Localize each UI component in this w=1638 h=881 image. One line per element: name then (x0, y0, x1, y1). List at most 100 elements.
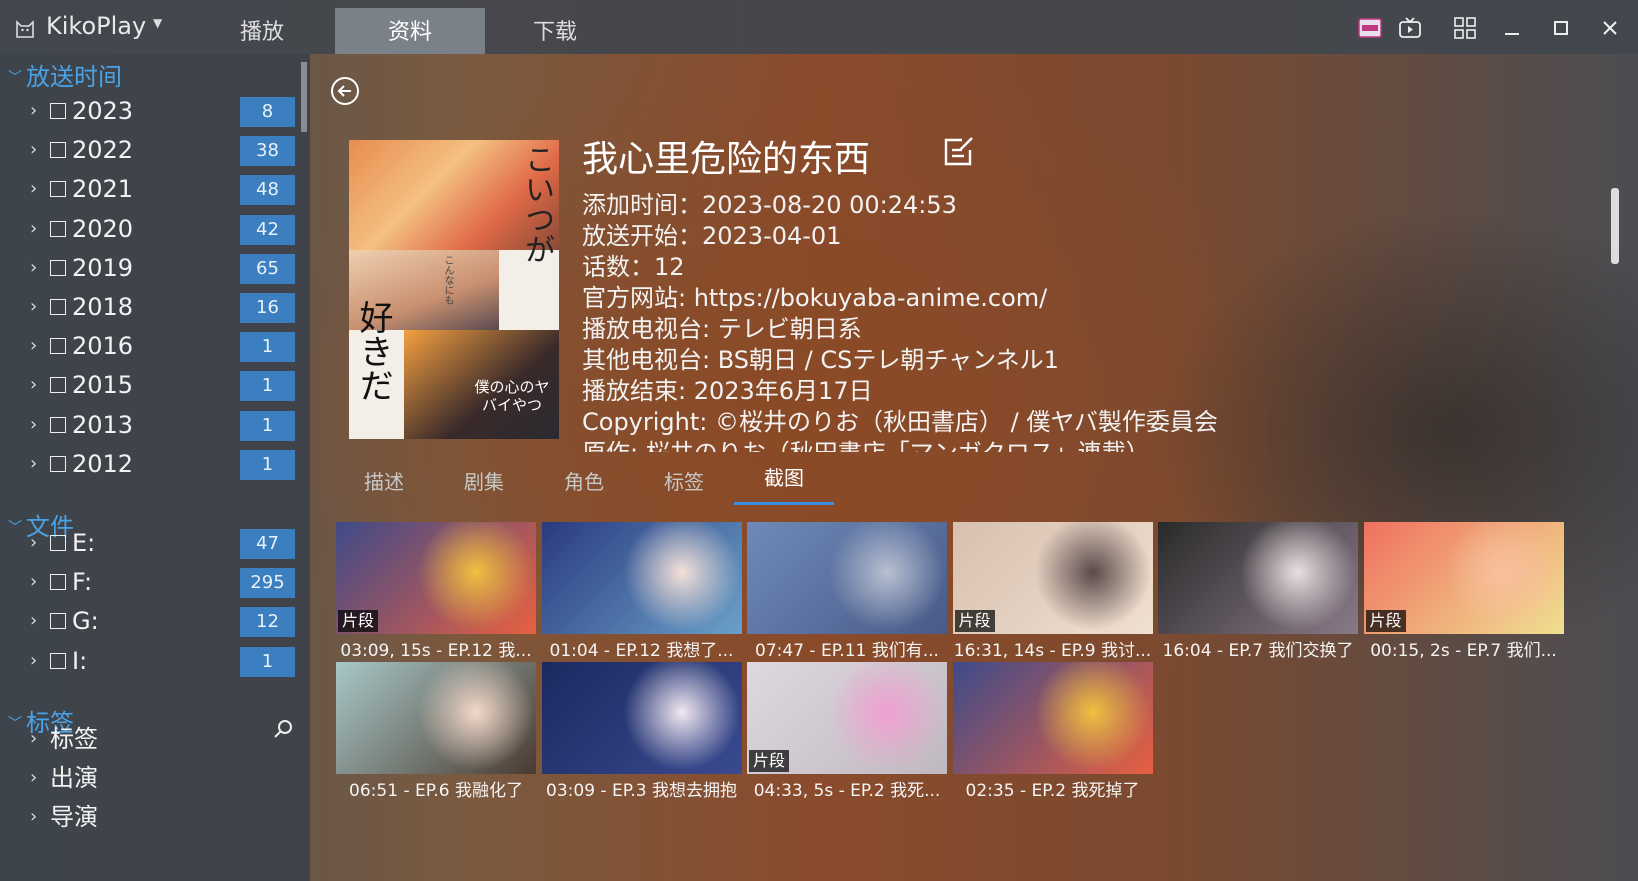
filter-checkbox[interactable] (50, 377, 66, 394)
filter-checkbox[interactable] (50, 220, 66, 237)
tree-item-label: 2018 (72, 293, 134, 321)
chevron-right-icon[interactable]: › (30, 93, 37, 129)
item-count-badge: 1 (240, 449, 295, 480)
detail-scrollbar[interactable] (1611, 188, 1619, 264)
filter-checkbox[interactable] (50, 259, 66, 276)
chevron-right-icon[interactable]: › (30, 289, 37, 325)
subtab-characters[interactable]: 角色 (534, 464, 634, 500)
screenshot-image (541, 522, 742, 634)
screenshot-image (747, 522, 947, 634)
filter-checkbox[interactable] (50, 338, 66, 355)
chevron-right-icon[interactable]: › (30, 171, 37, 207)
filter-checkbox[interactable] (50, 535, 66, 551)
screenshot-thumbnail[interactable]: 16:04 - EP.7 我们交换了 (1158, 522, 1358, 661)
grid-icon[interactable] (1451, 14, 1479, 42)
tree-item[interactable]: › 2022 38 (0, 132, 300, 168)
screenshot-thumbnail[interactable]: 03:09 - EP.3 我想去拥抱 (541, 662, 742, 801)
tab-library[interactable]: 资料 (335, 8, 485, 54)
tree-item[interactable]: › I: 1 (0, 643, 300, 679)
filter-checkbox[interactable] (50, 416, 66, 433)
tab-play[interactable]: 播放 (187, 8, 337, 54)
screenshot-thumbnail[interactable]: 片段 00:15, 2s - EP.7 我们... (1363, 522, 1564, 661)
item-count-badge: 48 (240, 175, 295, 206)
tree-item[interactable]: › E: 47 (0, 525, 300, 561)
chevron-right-icon[interactable]: › (30, 250, 37, 286)
screenshot-thumbnail[interactable]: 07:47 - EP.11 我们有... (747, 522, 947, 661)
subtab-episodes[interactable]: 剧集 (434, 464, 534, 500)
screenshot-image (541, 662, 742, 774)
tree-item[interactable]: › 标签 (0, 721, 300, 757)
chevron-right-icon[interactable]: › (30, 564, 37, 600)
chevron-right-icon[interactable]: › (30, 525, 37, 561)
subtab-description[interactable]: 描述 (334, 464, 434, 500)
screenshot-image (952, 662, 1153, 774)
subtab-tags[interactable]: 标签 (634, 464, 734, 500)
screenshot-caption: 01:04 - EP.12 我想了... (549, 641, 734, 661)
info-line: 话数：12 (582, 253, 685, 281)
danmaku-app-icon[interactable] (1356, 14, 1384, 42)
filter-checkbox[interactable] (50, 181, 66, 198)
tree-item-label: 2023 (72, 97, 134, 125)
tree-item[interactable]: › 2015 1 (0, 367, 300, 403)
chevron-right-icon[interactable]: › (30, 721, 37, 757)
screenshot-thumbnail[interactable]: 片段 16:31, 14s - EP.9 我讨... (952, 522, 1153, 661)
chevron-right-icon[interactable]: › (30, 760, 37, 796)
tree-item[interactable]: › F: 295 (0, 564, 300, 600)
screenshot-image (336, 662, 536, 774)
filter-checkbox[interactable] (50, 574, 66, 591)
section-title: 放送时间 (26, 63, 122, 91)
tree-item[interactable]: › 2023 8 (0, 93, 300, 129)
tree-item[interactable]: › 2018 16 (0, 289, 300, 325)
minimize-icon[interactable] (1498, 14, 1526, 42)
filter-checkbox[interactable] (50, 299, 66, 315)
tree-item[interactable]: › G: 12 (0, 603, 300, 639)
chevron-right-icon[interactable]: › (30, 603, 37, 639)
edit-icon[interactable] (940, 134, 976, 170)
maximize-icon[interactable] (1547, 14, 1575, 42)
screenshot-thumbnail[interactable]: 06:51 - EP.6 我融化了 (336, 662, 536, 801)
chevron-right-icon[interactable]: › (30, 643, 37, 679)
screenshot-thumbnail[interactable]: 02:35 - EP.2 我死掉了 (952, 662, 1153, 801)
title-bar: KikoPlay ▼ 播放 资料 下载 (0, 0, 1638, 54)
anime-info-panel[interactable]: 添加时间：2023-08-20 00:24:53 放送开始：2023-04-01 话… (582, 190, 1582, 452)
cover-small-title: こんなにも (442, 255, 453, 305)
chevron-right-icon[interactable]: › (30, 132, 37, 168)
subtab-active-indicator (734, 502, 834, 505)
chevron-right-icon[interactable]: › (30, 328, 37, 364)
sidebar-scrollbar[interactable] (301, 62, 307, 132)
section-airdate[interactable]: ﹀ 放送时间 (4, 62, 122, 92)
tree-item[interactable]: › 导演 (0, 799, 300, 835)
screenshot-caption: 07:47 - EP.11 我们有... (755, 641, 939, 661)
tree-item[interactable]: › 2021 48 (0, 171, 300, 207)
screenshot-thumbnail[interactable]: 片段 03:09, 15s - EP.12 我... (336, 522, 536, 661)
tree-item[interactable]: › 出演 (0, 760, 300, 796)
chevron-right-icon[interactable]: › (30, 407, 37, 443)
tree-item[interactable]: › 2020 42 (0, 211, 300, 247)
filter-checkbox[interactable] (50, 142, 66, 159)
chevron-right-icon[interactable]: › (30, 799, 37, 835)
app-title[interactable]: KikoPlay (46, 12, 146, 40)
chevron-right-icon[interactable]: › (30, 367, 37, 403)
screenshot-thumbnail[interactable]: 01:04 - EP.12 我想了... (541, 522, 742, 661)
tab-download[interactable]: 下载 (480, 8, 630, 54)
info-line: 播放电视台: テレビ朝日系 (582, 315, 862, 343)
subtab-screenshots[interactable]: 截图 (734, 460, 834, 496)
filter-checkbox[interactable] (50, 103, 66, 119)
tree-item[interactable]: › 2013 1 (0, 407, 300, 443)
chevron-right-icon[interactable]: › (30, 446, 37, 482)
filter-checkbox[interactable] (50, 455, 66, 472)
tree-item[interactable]: › 2019 65 (0, 250, 300, 286)
screenshot-caption: 03:09 - EP.3 我想去拥抱 (546, 781, 737, 801)
tv-icon[interactable] (1396, 14, 1424, 42)
clip-badge: 片段 (1365, 610, 1406, 632)
back-button[interactable] (331, 77, 359, 105)
screenshot-thumbnail[interactable]: 片段 04:33, 5s - EP.2 我死... (747, 662, 947, 801)
filter-checkbox[interactable] (50, 613, 66, 630)
close-icon[interactable] (1596, 14, 1624, 42)
tree-item[interactable]: › 2012 1 (0, 446, 300, 482)
filter-checkbox[interactable] (50, 652, 66, 669)
library-sidebar: ﹀ 放送时间 ﹀ 文件 ﹀ 标签 › 2023 8 › 2022 38 › 2021 48 › 2020 4… (0, 54, 310, 881)
chevron-right-icon[interactable]: › (30, 211, 37, 247)
tree-item[interactable]: › 2016 1 (0, 328, 300, 364)
app-menu-chevron-down-icon[interactable]: ▼ (153, 16, 162, 30)
